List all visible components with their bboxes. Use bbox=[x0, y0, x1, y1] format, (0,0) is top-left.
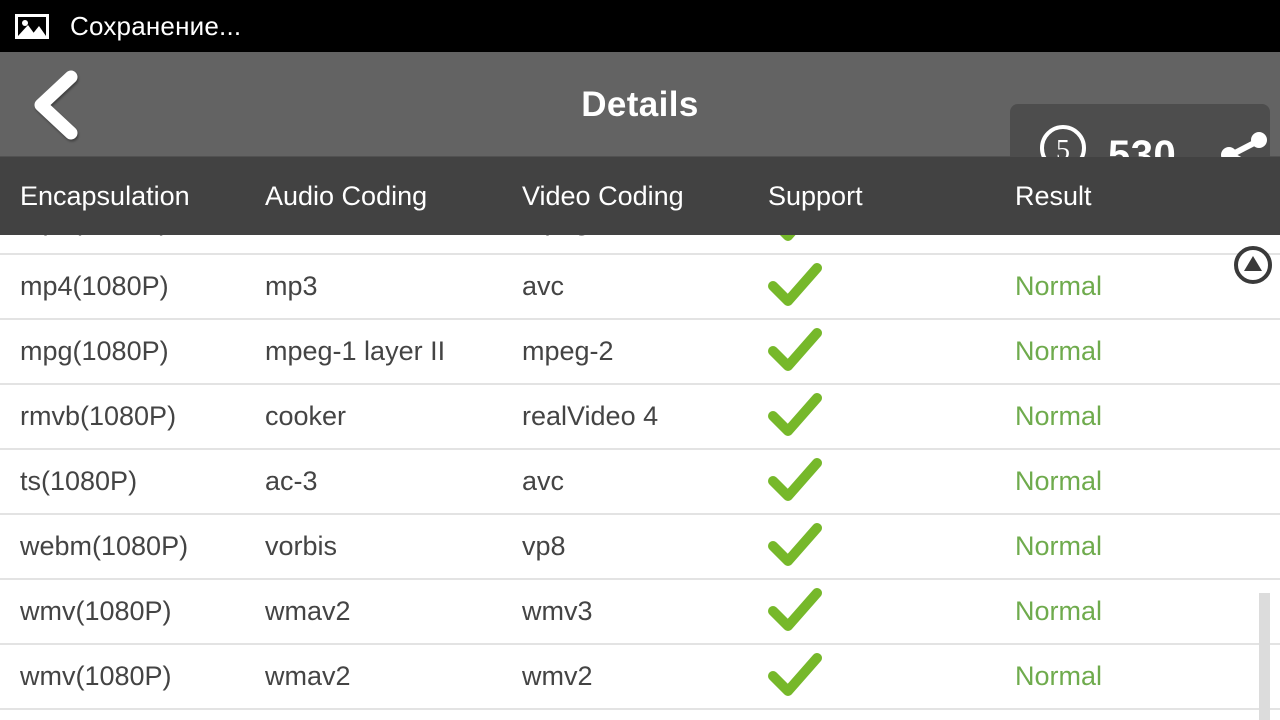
cell-encapsulation: rmvb(1080P) bbox=[20, 401, 177, 431]
cell-video-coding: wmv2 bbox=[522, 661, 593, 691]
table-row[interactable]: webm(1080P) vorbis vp8 Normal bbox=[0, 515, 1280, 580]
table-row[interactable]: mp4(1080P) mp3 avc Normal bbox=[0, 255, 1280, 320]
cell-audio-coding: mpeg-1 layer II bbox=[265, 336, 446, 366]
cell-encapsulation: wmv(1080P) bbox=[20, 596, 172, 626]
cell-encapsulation: ts(1080P) bbox=[20, 466, 138, 496]
cell-result: Normal bbox=[1015, 661, 1103, 691]
vertical-scrollbar[interactable] bbox=[1259, 593, 1270, 720]
status-bar-text: Сохранение... bbox=[70, 10, 242, 41]
scroll-to-top-icon bbox=[1234, 246, 1272, 288]
column-header-video-coding: Video Coding bbox=[522, 181, 684, 211]
check-icon bbox=[768, 262, 822, 311]
cell-encapsulation: wmv(1080P) bbox=[20, 661, 172, 691]
cell-audio-coding: vorbis bbox=[265, 531, 338, 561]
cell-video-coding: avc bbox=[522, 466, 565, 496]
cell-result: Normal bbox=[1015, 466, 1103, 496]
cell-video-coding: wmv3 bbox=[522, 596, 593, 626]
check-icon bbox=[768, 522, 822, 571]
table-row[interactable]: rmvb(1080P) cooker realVideo 4 Normal bbox=[0, 385, 1280, 450]
cell-audio-coding: mp3 bbox=[265, 271, 318, 301]
cell-video-coding: realVideo 4 bbox=[522, 401, 659, 431]
scroll-to-top-button[interactable] bbox=[1234, 246, 1272, 284]
cell-result: Normal bbox=[1015, 336, 1103, 366]
cell-support bbox=[768, 385, 822, 448]
cell-support bbox=[768, 580, 822, 643]
cell-support bbox=[768, 255, 822, 318]
check-icon bbox=[768, 457, 822, 506]
column-header-audio-coding: Audio Coding bbox=[265, 181, 428, 211]
table-rows: mp4(1080P)he-aacmpeg-4Normalmp4(1080P)mp… bbox=[0, 190, 1280, 710]
column-header-encapsulation: Encapsulation bbox=[20, 181, 190, 211]
table-row[interactable]: mpg(1080P) mpeg-1 layer II mpeg-2 Normal bbox=[0, 320, 1280, 385]
cell-audio-coding: wmav2 bbox=[265, 661, 351, 691]
cell-encapsulation: mp4(1080P) bbox=[20, 271, 169, 301]
cell-audio-coding: ac-3 bbox=[265, 466, 318, 496]
cell-result: Normal bbox=[1015, 531, 1103, 561]
back-chevron-icon bbox=[27, 69, 83, 141]
cell-result: Normal bbox=[1015, 596, 1103, 626]
table-header-row: Encapsulation Audio Coding Video Coding … bbox=[0, 157, 1280, 235]
image-icon bbox=[14, 11, 50, 41]
cell-support bbox=[768, 515, 822, 578]
table-row[interactable]: wmv(1080P) wmav2 wmv2 Normal bbox=[0, 645, 1280, 710]
cell-video-coding: vp8 bbox=[522, 531, 566, 561]
cell-result: Normal bbox=[1015, 401, 1103, 431]
cell-support bbox=[768, 450, 822, 513]
cell-encapsulation: webm(1080P) bbox=[20, 531, 189, 561]
cell-video-coding: avc bbox=[522, 271, 565, 301]
table-row[interactable]: ts(1080P) ac-3 avc Normal bbox=[0, 450, 1280, 515]
table-row[interactable]: wmv(1080P) wmav2 wmv3 Normal bbox=[0, 580, 1280, 645]
cell-video-coding: mpeg-2 bbox=[522, 336, 614, 366]
status-bar: Сохранение... bbox=[0, 0, 1280, 52]
cell-support bbox=[768, 320, 822, 383]
check-icon bbox=[768, 327, 822, 376]
back-button[interactable] bbox=[10, 52, 100, 157]
cell-audio-coding: cooker bbox=[265, 401, 347, 431]
column-header-result: Result bbox=[1015, 181, 1092, 211]
check-icon bbox=[768, 652, 822, 701]
check-icon bbox=[768, 587, 822, 636]
column-header-support: Support bbox=[768, 181, 863, 211]
cell-audio-coding: wmav2 bbox=[265, 596, 351, 626]
cell-support bbox=[768, 645, 822, 708]
action-bar: Details 5 530 bbox=[0, 52, 1280, 206]
check-icon bbox=[768, 392, 822, 441]
cell-encapsulation: mpg(1080P) bbox=[20, 336, 169, 366]
cell-result: Normal bbox=[1015, 271, 1103, 301]
details-table-body[interactable]: mp4(1080P)he-aacmpeg-4Normalmp4(1080P)mp… bbox=[0, 157, 1280, 720]
